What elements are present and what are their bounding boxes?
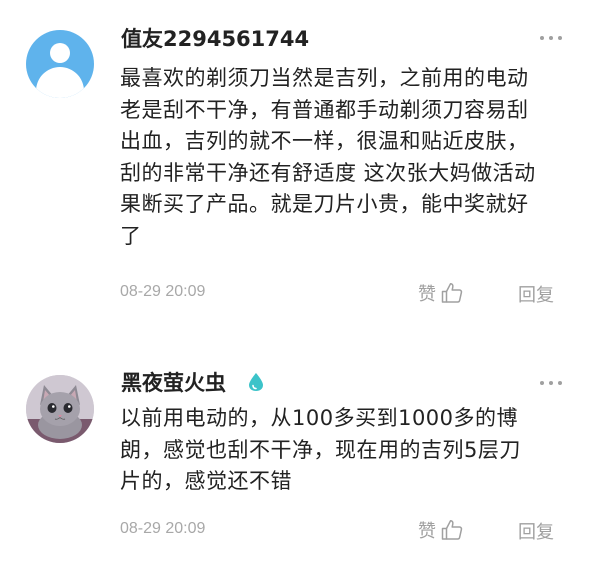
avatar[interactable] bbox=[26, 375, 94, 443]
like-button[interactable]: 赞 bbox=[418, 515, 464, 545]
comment-text: 最喜欢的剃须刀当然是吉列，之前用的电动 老是刮不干净，有普通都手动剃须刀容易刮 … bbox=[120, 66, 536, 248]
avatar[interactable] bbox=[26, 30, 94, 98]
more-options-icon[interactable] bbox=[540, 36, 564, 42]
reply-button[interactable]: 回复 bbox=[518, 518, 554, 544]
water-drop-badge-icon bbox=[249, 373, 263, 391]
comment-time: 08-29 20:09 bbox=[120, 283, 206, 300]
comment-meta: 08-29 20:09 赞 回复 bbox=[120, 278, 580, 308]
like-label: 赞 bbox=[418, 284, 436, 305]
comment-item: 黑夜萤火虫 以前用电动的，从100多买到1000多的博 朗，感觉也刮不干净，现在… bbox=[0, 345, 600, 571]
comment-meta: 08-29 20:09 赞 回复 bbox=[120, 515, 580, 545]
reply-button[interactable]: 回复 bbox=[518, 281, 554, 307]
comment-text: 以前用电动的，从100多买到1000多的博 朗，感觉也刮不干净，现在用的吉列5层… bbox=[120, 406, 521, 493]
thumbs-up-icon bbox=[441, 283, 463, 303]
like-label: 赞 bbox=[418, 521, 436, 542]
like-button[interactable]: 赞 bbox=[418, 278, 464, 308]
more-options-icon[interactable] bbox=[540, 381, 564, 387]
default-user-avatar-icon bbox=[50, 43, 70, 63]
username[interactable]: 值友2294561744 bbox=[121, 23, 309, 53]
comment-time: 08-29 20:09 bbox=[120, 520, 206, 537]
thumbs-up-icon bbox=[441, 520, 463, 540]
comment-item: 值友2294561744 最喜欢的剃须刀当然是吉列，之前用的电动 老是刮不干净，… bbox=[0, 0, 600, 320]
cat-photo-avatar bbox=[26, 375, 94, 443]
username[interactable]: 黑夜萤火虫 bbox=[121, 367, 226, 397]
